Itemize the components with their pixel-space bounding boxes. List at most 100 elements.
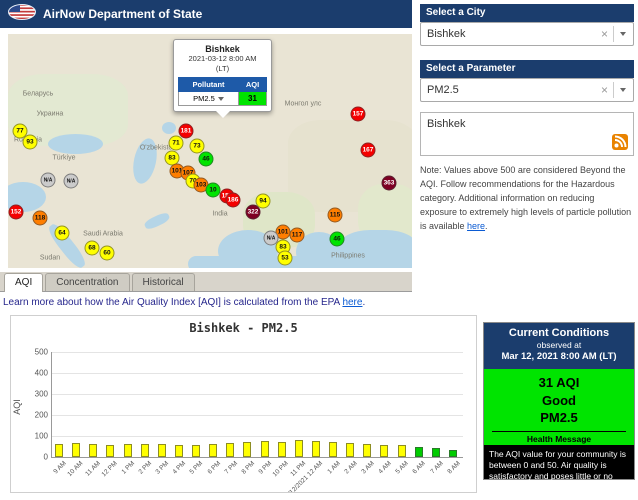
current-conditions-panel: Current Conditions observed at Mar 12, 2…: [483, 322, 635, 480]
y-axis-tick: 100: [35, 432, 48, 441]
select-parameter-header: Select a Parameter: [420, 60, 634, 78]
popup-pollutant-header: Pollutant: [179, 77, 239, 91]
clear-icon[interactable]: ×: [601, 27, 608, 41]
aqi-marker[interactable]: 46: [199, 152, 214, 167]
aqi-bar[interactable]: [312, 441, 320, 457]
note-suffix: .: [485, 221, 488, 231]
health-message-divider: [492, 431, 626, 432]
popup-pollutant-value: PM2.5: [193, 94, 215, 103]
select-divider: [613, 82, 614, 98]
parameter-select[interactable]: PM2.5 ×: [420, 78, 634, 102]
observed-at-label: observed at: [484, 340, 634, 350]
map-popup: Bishkek 2021-03-12 8:00 AM (LT) Pollutan…: [173, 39, 272, 112]
aqi-bar[interactable]: [141, 444, 149, 457]
aqi-bar[interactable]: [432, 448, 440, 457]
aqi-bar[interactable]: [346, 443, 354, 457]
aqi-bar[interactable]: [449, 450, 457, 457]
popup-timezone: (LT): [178, 64, 267, 74]
aqi-value: 31 AQI: [484, 374, 634, 392]
aqi-marker[interactable]: N/A: [64, 174, 79, 189]
rss-icon[interactable]: [612, 134, 628, 150]
aqi-marker[interactable]: 117: [290, 228, 305, 243]
tab-bar: AQI Concentration Historical: [0, 272, 412, 292]
aqi-bar[interactable]: [89, 444, 97, 457]
y-axis-tick: 400: [35, 369, 48, 378]
aqi-marker[interactable]: 115: [328, 208, 343, 223]
aqi-bar[interactable]: [243, 442, 251, 457]
learn-more-link[interactable]: here: [342, 297, 362, 308]
aqi-marker[interactable]: N/A: [41, 173, 56, 188]
tab-aqi[interactable]: AQI: [4, 273, 43, 292]
popup-datetime: 2021-03-12 8:00 AM: [178, 54, 267, 64]
aqi-bar[interactable]: [124, 444, 132, 457]
y-axis-tick: 300: [35, 390, 48, 399]
note-prefix: Note: Values above 500 are considered Be…: [420, 165, 631, 231]
feed-city: Bishkek: [427, 118, 466, 130]
aqi-marker[interactable]: 68: [85, 241, 100, 256]
aqi-marker[interactable]: 118: [33, 211, 48, 226]
page: AirNow Department of State БеларусьУкраи…: [0, 0, 638, 500]
aqi-marker[interactable]: 157: [351, 107, 366, 122]
aqi-marker[interactable]: 167: [361, 143, 376, 158]
city-select[interactable]: Bishkek ×: [420, 22, 634, 46]
feed-box: Bishkek: [420, 112, 634, 156]
gridline: [52, 415, 463, 416]
aqi-bar[interactable]: [363, 444, 371, 457]
aqi-bar[interactable]: [415, 447, 423, 457]
aqi-bar[interactable]: [226, 443, 234, 457]
aqi-marker[interactable]: 94: [256, 194, 271, 209]
popup-aqi-table: Pollutant AQI PM2.5 31: [178, 77, 267, 106]
note-link[interactable]: here: [467, 221, 485, 231]
aqi-bar[interactable]: [106, 445, 114, 457]
tab-concentration[interactable]: Concentration: [45, 273, 129, 291]
learn-more-prefix: Learn more about how the Air Quality Ind…: [3, 297, 342, 308]
aqi-bar[interactable]: [398, 445, 406, 457]
aqi-marker[interactable]: 64: [55, 226, 70, 241]
aqi-bar[interactable]: [72, 443, 80, 457]
chevron-down-icon: [620, 88, 626, 92]
current-conditions-title: Current Conditions: [484, 327, 634, 339]
chevron-down-icon: [620, 32, 626, 36]
aqi-bar[interactable]: [278, 442, 286, 457]
aqi-marker[interactable]: 10: [206, 183, 221, 198]
aqi-bar[interactable]: [158, 444, 166, 457]
clear-icon[interactable]: ×: [601, 83, 608, 97]
aqi-bar[interactable]: [261, 441, 269, 457]
chevron-down-icon: [218, 97, 224, 101]
gridline: [52, 373, 463, 374]
select-city-header: Select a City: [420, 4, 634, 22]
aqi-marker[interactable]: 46: [330, 232, 345, 247]
popup-aqi-value: 31: [239, 91, 267, 105]
us-flag-logo: [8, 4, 36, 25]
aqi-marker[interactable]: 71: [169, 136, 184, 151]
aqi-bar[interactable]: [209, 444, 217, 457]
chart-plot: 01002003004005009 AM10 AM11 AM12 PM1 PM2…: [51, 352, 463, 458]
aqi-marker[interactable]: 53: [278, 251, 293, 266]
observed-datetime: Mar 12, 2021 8:00 AM (LT): [484, 351, 634, 362]
tab-historical[interactable]: Historical: [132, 273, 195, 291]
aqi-marker[interactable]: 60: [100, 246, 115, 261]
aqi-bar[interactable]: [55, 444, 63, 457]
aqi-bar[interactable]: [192, 445, 200, 457]
aqi-marker[interactable]: 186: [226, 193, 241, 208]
chart-title: Bishkek - PM2.5: [11, 321, 476, 335]
parameter-select-value: PM2.5: [421, 84, 601, 96]
popup-pollutant-select[interactable]: PM2.5: [179, 91, 239, 105]
select-divider: [613, 26, 614, 42]
app-header: AirNow Department of State: [0, 0, 412, 28]
y-axis-tick: 200: [35, 411, 48, 420]
aqi-bar[interactable]: [175, 445, 183, 457]
aqi-marker[interactable]: 363: [382, 176, 397, 191]
learn-more-suffix: .: [362, 297, 365, 308]
aqi-bar[interactable]: [295, 440, 303, 457]
aqi-map[interactable]: БеларусьУкраинаRomaniaTürkiyeO'zbekiston…: [8, 34, 412, 268]
popup-city: Bishkek: [178, 44, 267, 54]
aqi-marker[interactable]: 152: [9, 205, 24, 220]
learn-more-text: Learn more about how the Air Quality Ind…: [3, 297, 365, 308]
aqi-bar[interactable]: [380, 445, 388, 457]
app-title: AirNow Department of State: [43, 7, 202, 21]
aqi-bar[interactable]: [329, 442, 337, 457]
current-conditions-header: Current Conditions observed at Mar 12, 2…: [484, 323, 634, 369]
aqi-marker[interactable]: 93: [23, 135, 38, 150]
y-axis-label: AQI: [12, 399, 22, 415]
